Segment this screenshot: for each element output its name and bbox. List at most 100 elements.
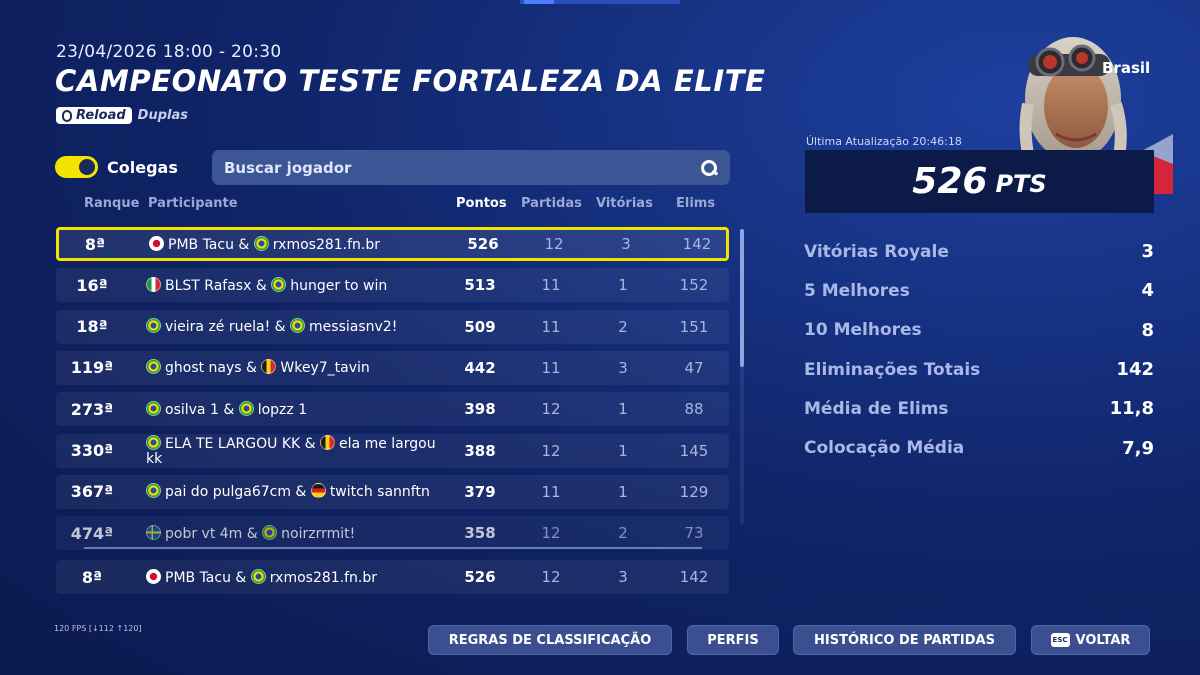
event-tags: Reload Duplas [56,107,188,124]
flag-br-icon [146,434,161,450]
flag-br-icon [250,568,266,584]
flag-br-icon [146,400,161,416]
flag-jp-icon [149,235,164,251]
search-bar[interactable] [212,150,730,185]
stat-label: Colocação Média [804,438,965,459]
rank-cell: 8ª [84,234,106,254]
rank-cell: 367ª [70,482,114,502]
flag-be-icon [320,434,336,450]
profiles-button[interactable]: PERFIS [687,625,779,655]
elims-cell: 142 [682,235,712,253]
points-unit: PTS [995,169,1047,198]
region-label: Brasil [1102,59,1151,77]
stat-value: 8 [1141,319,1154,341]
flag-br-icon [262,524,278,540]
participant-cell: ELA TE LARGOU KK & ela me largou kk [146,434,436,467]
stat-row: 5 Melhores 4 [804,271,1154,310]
fps-counter: 120 FPS [↓112 ↑120] [54,624,142,633]
divider [84,547,702,549]
reload-icon [62,109,72,122]
rank-cell: 119ª [70,358,114,378]
back-button[interactable]: ESC VOLTAR [1031,625,1150,655]
profiles-button-label: PERFIS [707,632,759,648]
table-row[interactable]: 8ª PMB Tacu & rxmos281.fn.br 526 12 3 142 [56,560,729,594]
stat-label: 10 Melhores [804,320,922,341]
rank-cell: 474ª [70,523,114,543]
rules-button[interactable]: REGRAS DE CLASSIFICAÇÃO [428,625,672,655]
matches-cell: 11 [541,276,561,295]
search-input[interactable] [224,158,700,177]
player-name: twitch sannftn [329,484,430,501]
matches-cell: 12 [541,568,561,586]
matches-cell: 12 [541,524,561,543]
player-name: pobr vt 4m [165,525,243,542]
table-row[interactable]: 273ª osilva 1 & lopzz 1 398 12 1 88 [56,392,729,427]
table-row[interactable]: 8ª PMB Tacu & rxmos281.fn.br 526 12 3 142 [56,227,729,261]
player-name: lopzz 1 [257,401,308,418]
flag-br-icon [146,318,161,334]
last-update: Última Atualização 20:46:18 [806,135,962,148]
rank-cell: 18ª [76,317,108,337]
participant-cell: ghost nays & Wkey7_tavin [146,351,446,385]
points-cell: 442 [464,358,496,377]
stat-row: 10 Melhores 8 [804,311,1154,350]
points-cell: 388 [464,441,496,460]
flag-be-icon [261,359,277,375]
toggle-switch[interactable] [55,156,98,178]
search-icon[interactable] [700,159,718,177]
matches-cell: 11 [541,482,561,501]
participant-cell: BLST Rafasx & hunger to win [146,268,446,302]
points-cell: 379 [464,482,496,501]
rank-cell: 273ª [70,399,114,419]
player-name: BLST Rafasx [165,277,252,294]
participant-cell: osilva 1 & lopzz 1 [146,392,446,426]
column-rank: Ranque [84,196,140,211]
elims-cell: 152 [679,276,709,295]
teammates-toggle[interactable]: Colegas [55,156,178,178]
flag-br-icon [253,235,269,251]
back-button-label: VOLTAR [1075,632,1131,648]
stat-value: 11,8 [1109,398,1154,420]
matches-cell: 12 [541,400,561,419]
player-name: noirzrrmit! [281,525,356,542]
table-row[interactable]: 16ª BLST Rafasx & hunger to win 513 11 1 152 [56,268,729,303]
stat-row: Média de Elims 11,8 [804,389,1154,428]
stat-value: 3 [1141,241,1154,263]
player-name: pai do pulga67cm [165,484,291,501]
reload-label: Reload [76,108,126,123]
participant-cell: PMB Tacu & rxmos281.fn.br [146,560,446,594]
table-row[interactable]: 367ª pai do pulga67cm & twitch sannftn 379… [56,474,729,509]
elims-cell: 142 [679,568,709,586]
table-row[interactable]: 330ª ELA TE LARGOU KK & ela me largou kk 3… [56,433,729,468]
wins-cell: 3 [618,358,628,377]
participant-cell: PMB Tacu & rxmos281.fn.br [149,230,449,258]
flag-se-icon [146,524,161,540]
stats-list: Vitórias Royale 3 5 Melhores 4 10 Melhores 8 E… [804,232,1154,468]
flag-br-icon [146,483,161,499]
elims-cell: 145 [679,441,709,460]
table-row[interactable]: 474ª pobr vt 4m & noirzrrmit! 358 12 2 73 [56,516,729,551]
rank-cell: 16ª [76,275,108,295]
elims-cell: 151 [679,317,709,336]
stat-value: 142 [1116,359,1154,381]
points-cell: 509 [464,317,496,336]
player-name: vieira zé ruela! [165,319,271,336]
player-name: messiasnv2! [309,319,398,336]
wins-cell: 3 [621,235,631,253]
participant-cell: pobr vt 4m & noirzrrmit! [146,516,446,550]
elims-cell: 73 [684,524,704,543]
elims-cell: 88 [684,400,704,419]
table-row[interactable]: 119ª ghost nays & Wkey7_tavin 442 11 3 47 [56,350,729,385]
scrollbar-thumb[interactable] [740,229,744,367]
stat-value: 7,9 [1122,437,1154,459]
points-cell: 513 [464,276,496,295]
stat-label: 5 Melhores [804,280,910,301]
player-name: ghost nays [165,360,242,377]
table-row[interactable]: 18ª vieira zé ruela! & messiasnv2! 509 11 2 1… [56,309,729,344]
flag-br-icon [290,318,306,334]
stat-label: Vitórias Royale [804,241,949,262]
event-date: 23/04/2026 18:00 - 20:30 [56,42,282,62]
wins-cell: 2 [618,524,628,543]
match-history-button[interactable]: HISTÓRICO DE PARTIDAS [793,625,1016,655]
flag-jp-icon [146,568,161,584]
